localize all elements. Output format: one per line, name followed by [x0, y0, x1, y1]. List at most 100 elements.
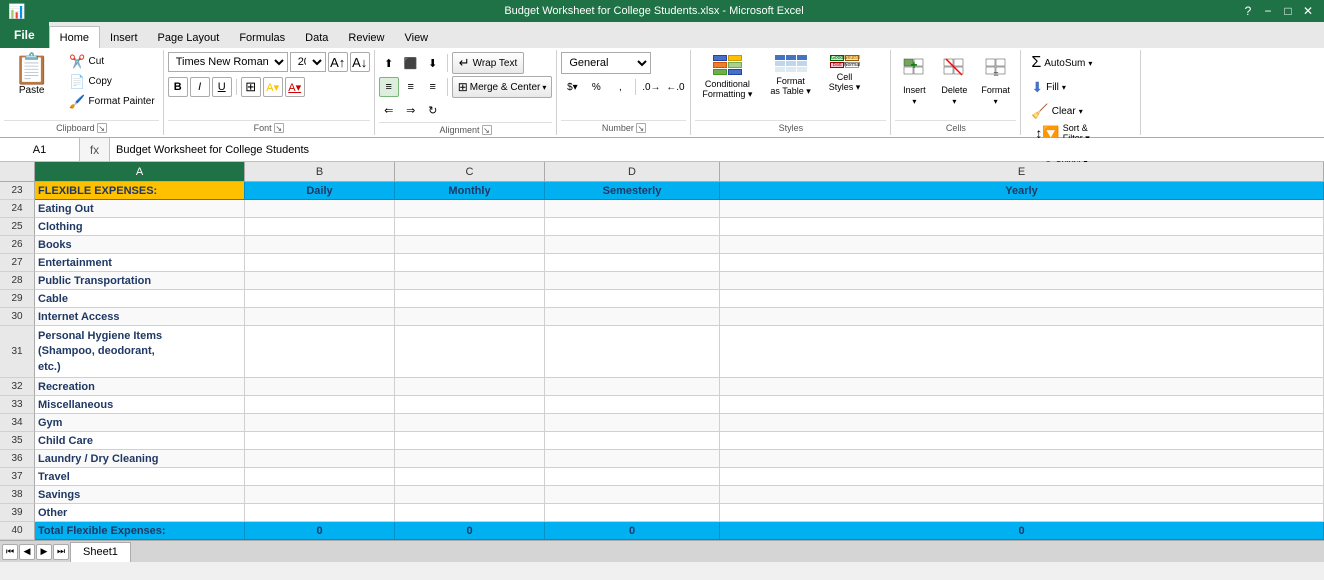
tab-home[interactable]: Home [49, 26, 100, 48]
cell-reference-box[interactable] [0, 138, 80, 161]
col-header-c[interactable]: C [395, 162, 545, 182]
increase-decimal-btn[interactable]: .0→ [640, 77, 662, 97]
cell-d39[interactable] [545, 504, 720, 522]
cell-d29[interactable] [545, 290, 720, 308]
cell-b28[interactable] [245, 272, 395, 290]
cell-e26[interactable] [720, 236, 1324, 254]
cell-c29[interactable] [395, 290, 545, 308]
conditional-formatting-button[interactable]: Conditional Formatting ▾ [695, 52, 759, 103]
cell-e24[interactable] [720, 200, 1324, 218]
fill-color-button[interactable]: A▾ [263, 77, 283, 97]
delete-button[interactable]: Delete ▾ [935, 52, 973, 109]
cell-c39[interactable] [395, 504, 545, 522]
cell-a27[interactable]: Entertainment [35, 254, 245, 272]
format-as-table-button[interactable]: Format as Table ▾ [763, 52, 817, 100]
cell-a31[interactable]: Personal Hygiene Items(Shampoo, deodoran… [35, 326, 245, 378]
row-num-37[interactable]: 37 [0, 468, 35, 486]
clipboard-expand[interactable]: ↘ [97, 123, 107, 133]
cell-e32[interactable] [720, 378, 1324, 396]
cell-d40[interactable]: 0 [545, 522, 720, 540]
cell-d38[interactable] [545, 486, 720, 504]
tab-page-layout[interactable]: Page Layout [148, 26, 230, 48]
cell-a25[interactable]: Clothing [35, 218, 245, 236]
row-num-33[interactable]: 33 [0, 396, 35, 414]
cell-d32[interactable] [545, 378, 720, 396]
select-all-corner[interactable] [0, 162, 35, 182]
underline-button[interactable]: U [212, 77, 232, 97]
decrease-decimal-btn[interactable]: ←.0 [664, 77, 686, 97]
italic-button[interactable]: I [190, 77, 210, 97]
cell-b35[interactable] [245, 432, 395, 450]
cell-d30[interactable] [545, 308, 720, 326]
cell-c38[interactable] [395, 486, 545, 504]
cell-e37[interactable] [720, 468, 1324, 486]
row-num-32[interactable]: 32 [0, 378, 35, 396]
tab-data[interactable]: Data [295, 26, 338, 48]
copy-button[interactable]: 📄 Copy [65, 72, 158, 91]
row-num-28[interactable]: 28 [0, 272, 35, 290]
cell-c30[interactable] [395, 308, 545, 326]
cell-e28[interactable] [720, 272, 1324, 290]
align-bottom-button[interactable]: ⬇ [423, 53, 443, 73]
cell-d24[interactable] [545, 200, 720, 218]
cell-e27[interactable] [720, 254, 1324, 272]
row-num-30[interactable]: 30 [0, 308, 35, 326]
cell-b38[interactable] [245, 486, 395, 504]
col-header-e[interactable]: E [720, 162, 1324, 182]
sheet-nav-prev[interactable]: ◀ [19, 544, 35, 560]
cell-b29[interactable] [245, 290, 395, 308]
indent-increase-btn[interactable]: ⇒ [401, 100, 421, 120]
cell-e29[interactable] [720, 290, 1324, 308]
cell-c40[interactable]: 0 [395, 522, 545, 540]
row-num-31[interactable]: 31 [0, 326, 35, 378]
cell-b32[interactable] [245, 378, 395, 396]
col-header-d[interactable]: D [545, 162, 720, 182]
cell-a40[interactable]: Total Flexible Expenses: [35, 522, 245, 540]
tab-formulas[interactable]: Formulas [229, 26, 295, 48]
percent-button[interactable]: % [585, 77, 607, 97]
cell-b26[interactable] [245, 236, 395, 254]
cell-e25[interactable] [720, 218, 1324, 236]
cell-b23[interactable]: Daily [245, 182, 395, 200]
cell-a30[interactable]: Internet Access [35, 308, 245, 326]
cell-e39[interactable] [720, 504, 1324, 522]
font-size-select[interactable]: 20 [290, 52, 326, 72]
format-button[interactable]: ≡ Format ▾ [975, 52, 1016, 109]
cell-d35[interactable] [545, 432, 720, 450]
align-center-button[interactable]: ≡ [401, 77, 421, 97]
tab-view[interactable]: View [394, 26, 438, 48]
cell-d34[interactable] [545, 414, 720, 432]
sheet-nav-last[interactable]: ⏭ [53, 544, 69, 560]
cell-d28[interactable] [545, 272, 720, 290]
col-header-a[interactable]: A [35, 162, 245, 182]
cell-d33[interactable] [545, 396, 720, 414]
cell-b34[interactable] [245, 414, 395, 432]
font-color-button[interactable]: A▾ [285, 77, 305, 97]
cell-b25[interactable] [245, 218, 395, 236]
cell-b36[interactable] [245, 450, 395, 468]
cell-a37[interactable]: Travel [35, 468, 245, 486]
cell-c37[interactable] [395, 468, 545, 486]
cell-a34[interactable]: Gym [35, 414, 245, 432]
row-num-35[interactable]: 35 [0, 432, 35, 450]
cell-c36[interactable] [395, 450, 545, 468]
row-num-26[interactable]: 26 [0, 236, 35, 254]
sheet-nav-first[interactable]: ⏮ [2, 544, 18, 560]
wrap-text-button[interactable]: ↵ Wrap Text [452, 52, 525, 74]
cell-styles-button[interactable]: Good Neutral Bad Normal Cell Styles ▾ [822, 52, 868, 96]
cell-e33[interactable] [720, 396, 1324, 414]
cell-e34[interactable] [720, 414, 1324, 432]
comma-button[interactable]: , [609, 77, 631, 97]
align-top-button[interactable]: ⬆ [379, 53, 399, 73]
minimize-btn[interactable]: − [1260, 4, 1276, 18]
row-num-24[interactable]: 24 [0, 200, 35, 218]
cell-c34[interactable] [395, 414, 545, 432]
cell-b39[interactable] [245, 504, 395, 522]
align-left-button[interactable]: ≡ [379, 77, 399, 97]
cell-c33[interactable] [395, 396, 545, 414]
bold-button[interactable]: B [168, 77, 188, 97]
help-btn[interactable]: ? [1240, 4, 1256, 18]
cell-d23[interactable]: Semesterly [545, 182, 720, 200]
row-num-29[interactable]: 29 [0, 290, 35, 308]
cell-b24[interactable] [245, 200, 395, 218]
